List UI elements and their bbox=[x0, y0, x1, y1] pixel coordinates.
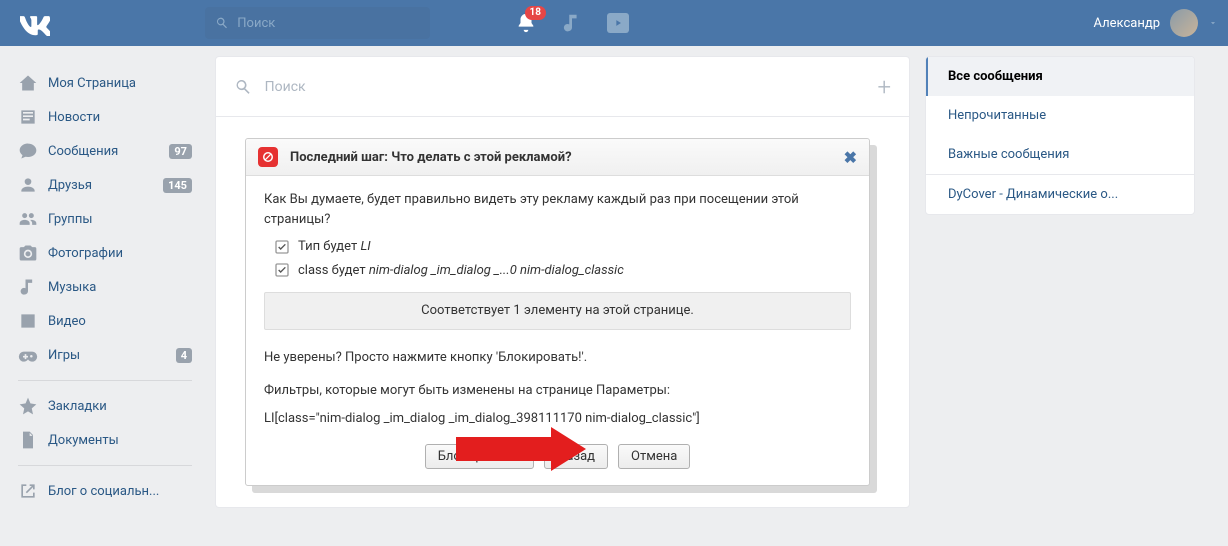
filter-unread[interactable]: Непрочитанные bbox=[926, 96, 1194, 135]
sidebar-item-documents[interactable]: Документы bbox=[10, 423, 200, 457]
topbar: 18 Александр bbox=[0, 0, 1228, 46]
nav-separator bbox=[18, 465, 192, 466]
documents-icon bbox=[18, 430, 38, 450]
adblock-modal: Последний шаг: Что делать с этой рекламо… bbox=[245, 138, 870, 486]
games-icon bbox=[18, 345, 38, 365]
sidebar-item-label: Моя Страница bbox=[48, 76, 136, 91]
sidebar-item-label: Новости bbox=[48, 110, 100, 125]
user-menu[interactable]: Александр bbox=[1094, 9, 1218, 37]
sidebar: Моя Страница Новости Сообщения 97 Друзья… bbox=[10, 56, 200, 508]
sidebar-item-label: Фотографии bbox=[48, 246, 123, 261]
filter-box: Все сообщения Непрочитанные Важные сообщ… bbox=[925, 56, 1195, 215]
sidebar-item-video[interactable]: Видео bbox=[10, 304, 200, 338]
top-icons: 18 bbox=[515, 12, 629, 34]
checkbox-icon bbox=[274, 262, 290, 278]
music2-icon bbox=[18, 277, 38, 297]
sidebar-item-label: Закладки bbox=[48, 399, 107, 414]
main-search-input[interactable] bbox=[265, 79, 878, 95]
unsure-text: Не уверены? Просто нажмите кнопку 'Блоки… bbox=[264, 348, 851, 368]
friends-icon bbox=[18, 175, 38, 195]
sidebar-item-messages[interactable]: Сообщения 97 bbox=[10, 134, 200, 168]
chevron-down-icon bbox=[1208, 18, 1218, 28]
filter-dycover[interactable]: DyCover - Динамические о... bbox=[926, 175, 1194, 214]
sidebar-item-news[interactable]: Новости bbox=[10, 100, 200, 134]
sidebar-item-label: Документы bbox=[48, 433, 119, 448]
sidebar-item-bookmarks[interactable]: Закладки bbox=[10, 389, 200, 423]
home-icon bbox=[18, 73, 38, 93]
checkbox-type[interactable]: Тип будет LI bbox=[274, 237, 851, 257]
sidebar-item-label: Сообщения bbox=[48, 144, 118, 159]
sidebar-item-count: 145 bbox=[163, 178, 192, 193]
messages-icon bbox=[18, 141, 38, 161]
checkbox-class[interactable]: class будет nim-dialog _im_dialog _...0 … bbox=[274, 261, 851, 281]
arrow-annotation bbox=[456, 427, 586, 475]
video-icon bbox=[18, 311, 38, 331]
notifications-icon[interactable]: 18 bbox=[515, 12, 537, 34]
sidebar-item-label: Друзья bbox=[48, 178, 92, 193]
groups-icon bbox=[18, 209, 38, 229]
cancel-button[interactable]: Отмена bbox=[618, 444, 690, 469]
right-column: Все сообщения Непрочитанные Важные сообщ… bbox=[925, 56, 1195, 508]
link-icon bbox=[18, 481, 38, 501]
sidebar-item-blog[interactable]: Блог о социальн... bbox=[10, 474, 200, 508]
match-info: Соответствует 1 элементу на этой страниц… bbox=[264, 292, 851, 330]
sidebar-item-label: Игры bbox=[48, 348, 80, 363]
sidebar-item-my-page[interactable]: Моя Страница bbox=[10, 66, 200, 100]
modal-close-icon[interactable]: ✖ bbox=[844, 148, 857, 167]
sidebar-item-photos[interactable]: Фотографии bbox=[10, 236, 200, 270]
checkbox-icon bbox=[274, 239, 290, 255]
avatar bbox=[1170, 9, 1198, 37]
sidebar-item-count: 97 bbox=[169, 144, 192, 159]
star-icon bbox=[18, 396, 38, 416]
vk-logo[interactable] bbox=[20, 8, 50, 38]
stop-icon bbox=[258, 147, 278, 167]
music-icon[interactable] bbox=[561, 12, 583, 34]
top-search-input[interactable] bbox=[237, 16, 420, 31]
notifications-badge: 18 bbox=[525, 6, 546, 20]
checkbox-label: Тип будет LI bbox=[298, 237, 371, 257]
checkbox-label: class будет nim-dialog _im_dialog _...0 … bbox=[298, 261, 624, 281]
sidebar-item-music[interactable]: Музыка bbox=[10, 270, 200, 304]
photos-icon bbox=[18, 243, 38, 263]
sidebar-item-label: Блог о социальн... bbox=[48, 484, 159, 499]
main-search-row: + bbox=[216, 57, 909, 117]
sidebar-item-label: Музыка bbox=[48, 280, 96, 295]
sidebar-item-label: Видео bbox=[48, 314, 86, 329]
sidebar-item-count: 4 bbox=[176, 348, 192, 363]
search-icon bbox=[234, 77, 253, 97]
modal-header: Последний шаг: Что делать с этой рекламо… bbox=[246, 139, 869, 176]
sidebar-item-games[interactable]: Игры 4 bbox=[10, 338, 200, 372]
filter-important[interactable]: Важные сообщения bbox=[926, 135, 1194, 174]
nav-separator bbox=[18, 380, 192, 381]
search-icon bbox=[215, 15, 229, 31]
modal-question: Как Вы думаете, будет правильно видеть э… bbox=[264, 190, 851, 229]
sidebar-item-label: Группы bbox=[48, 212, 92, 227]
modal-title: Последний шаг: Что делать с этой рекламо… bbox=[290, 150, 572, 165]
sidebar-item-friends[interactable]: Друзья 145 bbox=[10, 168, 200, 202]
filters-intro: Фильтры, которые могут быть изменены на … bbox=[264, 381, 851, 401]
top-search[interactable] bbox=[205, 7, 430, 39]
add-button[interactable]: + bbox=[877, 73, 891, 101]
filter-code: LI[class="nim-dialog _im_dialog _im_dial… bbox=[264, 409, 851, 429]
news-icon bbox=[18, 107, 38, 127]
modal-body: Как Вы думаете, будет правильно видеть э… bbox=[246, 176, 869, 428]
play-indicator[interactable] bbox=[607, 13, 629, 33]
filter-all[interactable]: Все сообщения bbox=[926, 57, 1194, 96]
username: Александр bbox=[1094, 16, 1160, 31]
sidebar-item-groups[interactable]: Группы bbox=[10, 202, 200, 236]
